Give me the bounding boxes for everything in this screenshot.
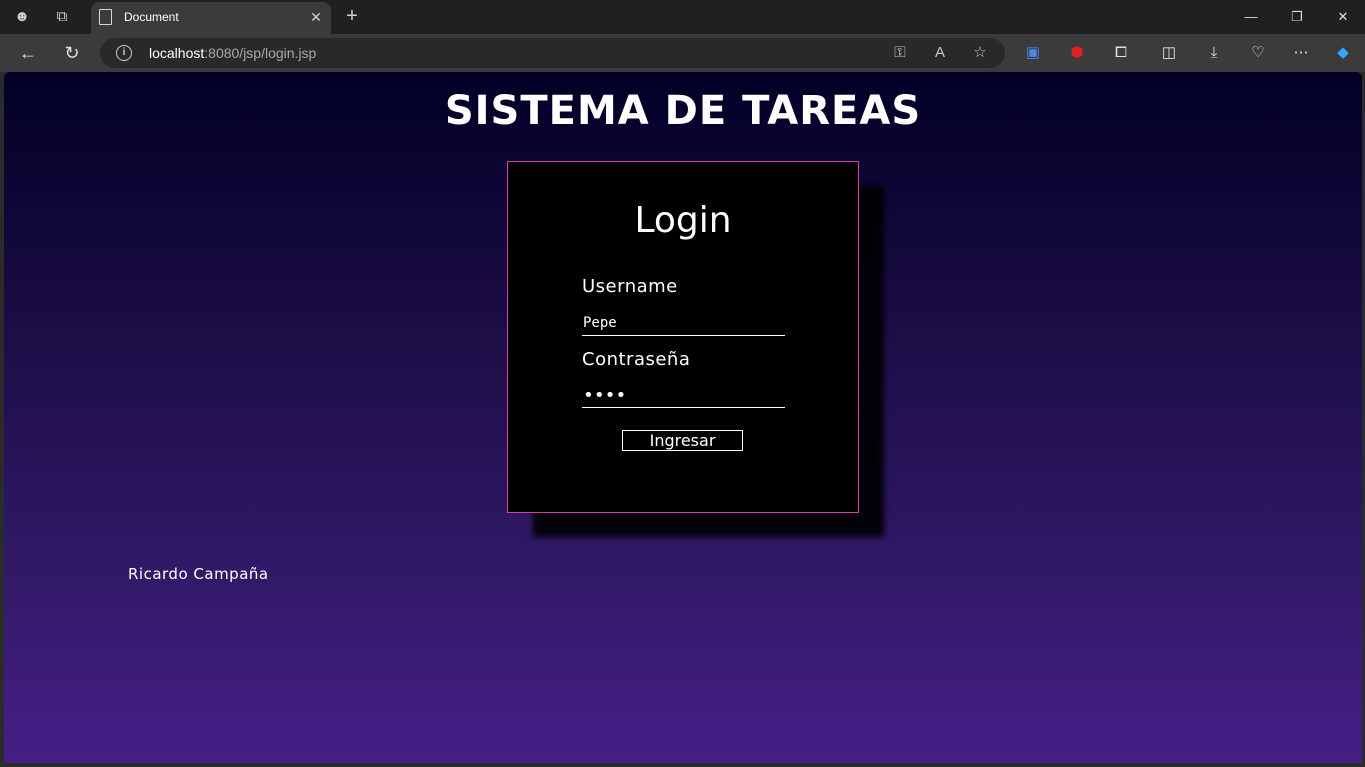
- favorite-star-icon[interactable]: ☆: [969, 43, 991, 63]
- new-tab-icon[interactable]: +: [341, 5, 363, 27]
- info-icon[interactable]: i: [116, 45, 132, 61]
- login-title: Login: [634, 200, 732, 241]
- key-icon[interactable]: ⚿: [889, 43, 911, 63]
- url-host: localhost: [149, 45, 205, 61]
- workspaces-icon[interactable]: ⧉: [51, 6, 73, 28]
- author-footer: Ricardo Campaña: [128, 565, 269, 583]
- close-tab-icon[interactable]: ✕: [307, 8, 325, 26]
- browser-tab-bar: ☻ ⧉ Document ✕ + — ❐ ✕: [0, 0, 1365, 34]
- translate-icon[interactable]: ▣: [1022, 42, 1044, 64]
- read-aloud-icon[interactable]: A: [929, 43, 951, 63]
- downloads-icon[interactable]: ⤓: [1203, 42, 1225, 64]
- adblock-icon[interactable]: ⬢: [1066, 42, 1088, 64]
- address-bar[interactable]: i localhost:8080/jsp/login.jsp ⚿ A ☆: [100, 38, 1005, 68]
- page-title: SISTEMA DE TAREAS: [444, 88, 922, 134]
- health-icon[interactable]: ♡: [1247, 42, 1269, 64]
- refresh-icon[interactable]: ↻: [60, 42, 84, 64]
- password-label: Contraseña: [582, 349, 691, 370]
- tab-document[interactable]: Document ✕: [91, 2, 331, 34]
- browser-toolbar: ← ↻ i localhost:8080/jsp/login.jsp ⚿ A ☆…: [0, 34, 1365, 72]
- more-icon[interactable]: ⋯: [1290, 42, 1312, 64]
- page-viewport: SISTEMA DE TAREAS Login Username Contras…: [4, 72, 1362, 763]
- extensions-icon[interactable]: ⧠: [1110, 42, 1132, 64]
- minimize-icon[interactable]: —: [1236, 6, 1266, 28]
- restore-icon[interactable]: ❐: [1282, 6, 1312, 28]
- profile-icon[interactable]: ☻: [11, 6, 33, 28]
- ingresar-button[interactable]: Ingresar: [622, 430, 743, 451]
- close-window-icon[interactable]: ✕: [1328, 6, 1358, 28]
- copilot-icon[interactable]: ◆: [1332, 42, 1354, 64]
- back-icon[interactable]: ←: [16, 42, 40, 64]
- login-card: Login Username Contraseña Ingresar: [507, 161, 859, 513]
- password-field[interactable]: [582, 383, 785, 408]
- url-text[interactable]: localhost:8080/jsp/login.jsp: [149, 45, 316, 61]
- url-path: :8080/jsp/login.jsp: [204, 45, 317, 61]
- tab-title: Document: [124, 10, 179, 24]
- username-label: Username: [582, 276, 678, 297]
- split-screen-icon[interactable]: ◫: [1158, 42, 1180, 64]
- username-field[interactable]: [582, 311, 785, 336]
- document-icon: [99, 9, 112, 25]
